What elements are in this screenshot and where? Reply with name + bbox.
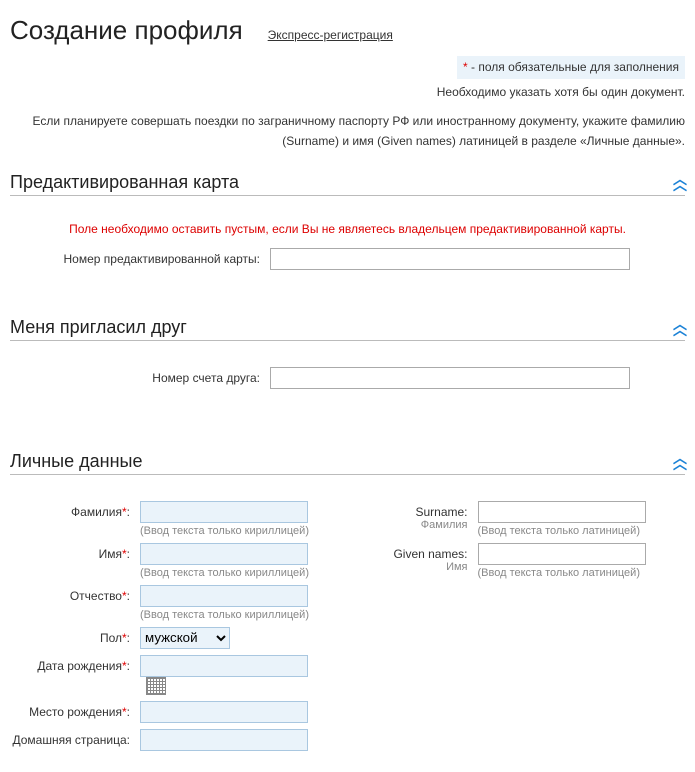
surname-en-label: Surname: Фамилия bbox=[368, 501, 478, 531]
express-registration-link[interactable]: Экспресс-регистрация bbox=[268, 28, 393, 42]
card-number-label: Номер предактивированной карты: bbox=[10, 248, 270, 266]
pob-label: Место рождения*: bbox=[10, 701, 140, 719]
doc-required-note: Необходимо указать хотя бы один документ… bbox=[10, 83, 685, 102]
homepage-input[interactable] bbox=[140, 729, 308, 751]
collapse-icon[interactable]: ︿︿ bbox=[673, 176, 685, 188]
notice-block: * - поля обязательные для заполнения Нео… bbox=[10, 56, 685, 151]
section-preactivated-header: Предактивированная карта ︿︿ bbox=[10, 166, 685, 196]
preactivated-warning: Поле необходимо оставить пустым, если Вы… bbox=[10, 222, 685, 236]
name-en-hint: (Ввод текста только латиницей) bbox=[478, 567, 686, 579]
surname-ru-label: Фамилия*: bbox=[10, 501, 140, 519]
patronymic-hint: (Ввод текста только кириллицей) bbox=[140, 609, 328, 621]
dob-input[interactable] bbox=[140, 655, 308, 677]
patronymic-input[interactable] bbox=[140, 585, 308, 607]
name-ru-input[interactable] bbox=[140, 543, 308, 565]
page-title: Создание профиля bbox=[10, 15, 243, 46]
collapse-icon[interactable]: ︿︿ bbox=[673, 321, 685, 333]
gender-label: Пол*: bbox=[10, 627, 140, 645]
surname-en-input[interactable] bbox=[478, 501, 646, 523]
gender-select[interactable]: мужской bbox=[140, 627, 230, 649]
name-ru-hint: (Ввод текста только кириллицей) bbox=[140, 567, 328, 579]
section-friend-header: Меня пригласил друг ︿︿ bbox=[10, 311, 685, 341]
dob-label: Дата рождения*: bbox=[10, 655, 140, 673]
surname-en-hint: (Ввод текста только латиницей) bbox=[478, 525, 686, 537]
section-personal-header: Личные данные ︿︿ bbox=[10, 445, 685, 475]
patronymic-label: Отчество*: bbox=[10, 585, 140, 603]
latin-hint: Если планируете совершать поездки по заг… bbox=[10, 112, 685, 150]
friend-account-label: Номер счета друга: bbox=[10, 367, 270, 385]
homepage-label: Домашняя страница: bbox=[10, 729, 140, 747]
surname-ru-input[interactable] bbox=[140, 501, 308, 523]
name-ru-label: Имя*: bbox=[10, 543, 140, 561]
pob-input[interactable] bbox=[140, 701, 308, 723]
calendar-icon[interactable] bbox=[146, 677, 166, 695]
collapse-icon[interactable]: ︿︿ bbox=[673, 455, 685, 467]
friend-account-input[interactable] bbox=[270, 367, 630, 389]
name-en-input[interactable] bbox=[478, 543, 646, 565]
surname-ru-hint: (Ввод текста только кириллицей) bbox=[140, 525, 328, 537]
required-fields-note: * - поля обязательные для заполнения bbox=[457, 56, 685, 79]
name-en-label: Given names: Имя bbox=[368, 543, 478, 573]
card-number-input[interactable] bbox=[270, 248, 630, 270]
